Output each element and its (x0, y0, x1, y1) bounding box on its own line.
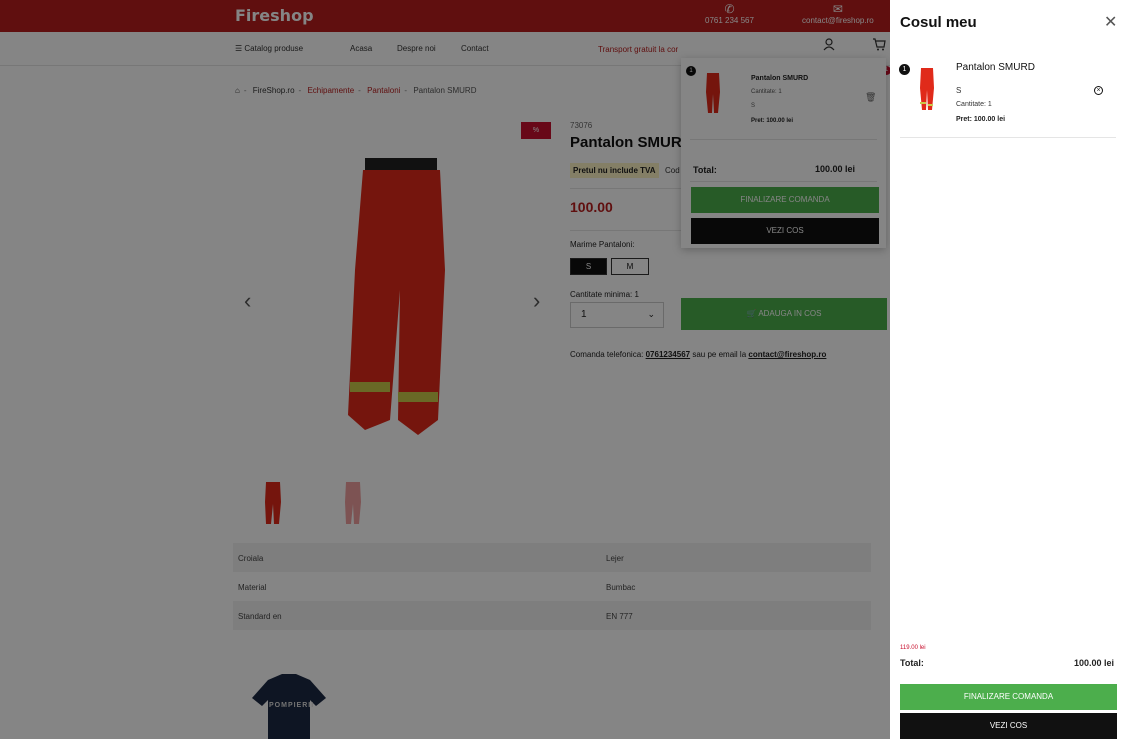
cart-item-name[interactable]: Pantalon SMURD (956, 62, 1035, 73)
divider (900, 137, 1116, 138)
cart-drawer: Cosul meu ✕ 1 Pantalon SMURD S Cantitate… (890, 0, 1123, 739)
page-overlay[interactable] (0, 0, 890, 739)
old-total: 119.00 lei (900, 645, 926, 651)
cart-total-value: 100.00 lei (1074, 658, 1115, 668)
close-icon[interactable]: ✕ (1104, 12, 1117, 32)
cart-item-qty: Cantitate: 1 (956, 101, 992, 108)
cart-total-label: Total: (900, 658, 924, 668)
cart-item-size: S (956, 86, 962, 95)
cart-item-price: Pret: 100.00 lei (956, 116, 1006, 123)
cart-item-image (912, 64, 942, 114)
drawer-title: Cosul meu (900, 14, 977, 31)
view-cart-button[interactable]: VEZI COS (900, 713, 1117, 739)
checkout-button[interactable]: FINALIZARE COMANDA (900, 684, 1117, 710)
cart-item-count: 1 (899, 64, 910, 75)
remove-item-icon[interactable]: × (1094, 86, 1103, 95)
